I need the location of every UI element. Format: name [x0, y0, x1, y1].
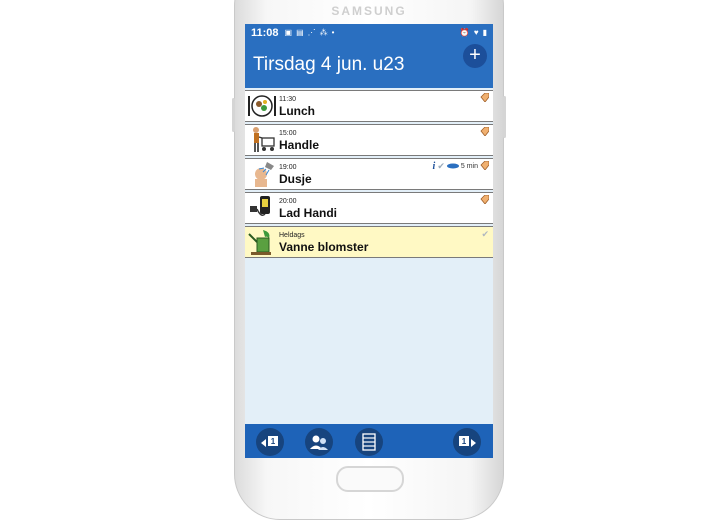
- check-icon: ✔: [437, 161, 445, 171]
- activity-row[interactable]: 11:30 Lunch: [245, 90, 493, 122]
- reminder-time: 5 min: [460, 163, 478, 170]
- activity-title: Vanne blomster: [279, 239, 369, 254]
- plate-icon: [245, 91, 279, 121]
- page-title: Tirsdag 4 jun. u23: [253, 53, 405, 75]
- volume-button: [232, 98, 235, 132]
- alarm-tag-icon: [480, 160, 490, 172]
- screen: 11:08 ▣ ▤ ⋰ ⁂ • ⏰ ♥ ▮ Tirsdag 4 jun. u23…: [245, 24, 493, 458]
- check-icon: ✔: [481, 229, 489, 239]
- image-icon: ▤: [296, 28, 304, 37]
- previous-day-button[interactable]: 1: [256, 428, 284, 456]
- status-time: 11:08: [251, 26, 279, 39]
- wifi-icon: ♥: [473, 28, 479, 37]
- next-day-number: 1: [462, 437, 467, 446]
- activity-time: Heldags: [279, 231, 305, 239]
- activity-time: 15:00: [279, 129, 297, 137]
- alarm-icon: ⏰: [459, 28, 470, 37]
- phone-charger-icon: [245, 193, 279, 223]
- people-icon: [310, 435, 328, 450]
- activity-list: 11:30 Lunch 15:00 Handle 19:00 Dusje i ✔…: [245, 90, 493, 258]
- network-icon: ⋰: [307, 28, 316, 37]
- reminder-icon: [446, 163, 459, 171]
- battery-icon: ▮: [482, 28, 487, 37]
- next-day-button[interactable]: 1: [453, 428, 481, 456]
- status-bar: 11:08 ▣ ▤ ⋰ ⁂ • ⏰ ♥ ▮: [245, 24, 493, 41]
- power-button: [503, 96, 506, 138]
- list-view-button[interactable]: [355, 428, 383, 456]
- dot-icon: •: [331, 28, 335, 37]
- contacts-button[interactable]: [305, 428, 333, 456]
- activity-title: Dusje: [279, 171, 312, 186]
- shopping-cart-icon: [245, 125, 279, 155]
- alarm-tag-icon: [480, 92, 490, 104]
- activity-time: 20:00: [279, 197, 297, 205]
- alarm-tag-icon: [480, 126, 490, 138]
- gallery-icon: ▣: [284, 28, 293, 37]
- shower-icon: [245, 159, 279, 189]
- activity-title: Lunch: [279, 103, 315, 118]
- activity-row[interactable]: 20:00 Lad Handi: [245, 192, 493, 224]
- activity-time: 11:30: [279, 95, 296, 103]
- app-header: Tirsdag 4 jun. u23 +: [245, 41, 493, 88]
- activity-title: Handle: [279, 137, 320, 152]
- activity-time: 19:00: [279, 163, 297, 171]
- bottom-nav-bar: 1 1: [245, 424, 493, 458]
- activity-row[interactable]: 19:00 Dusje i ✔ 5 min: [245, 158, 493, 190]
- activity-row[interactable]: 15:00 Handle: [245, 124, 493, 156]
- phone-brand: SAMSUNG: [331, 4, 407, 18]
- previous-day-number: 1: [271, 437, 276, 446]
- list-icon: [362, 433, 376, 451]
- watering-can-icon: [245, 227, 279, 257]
- sync-icon: ⁂: [319, 28, 328, 37]
- info-icon: i: [432, 161, 436, 172]
- activity-title: Lad Handi: [279, 205, 338, 220]
- home-button[interactable]: [336, 466, 404, 492]
- add-activity-button[interactable]: +: [463, 44, 487, 68]
- alarm-tag-icon: [480, 194, 490, 206]
- activity-row-all-day[interactable]: Heldags Vanne blomster ✔: [245, 226, 493, 258]
